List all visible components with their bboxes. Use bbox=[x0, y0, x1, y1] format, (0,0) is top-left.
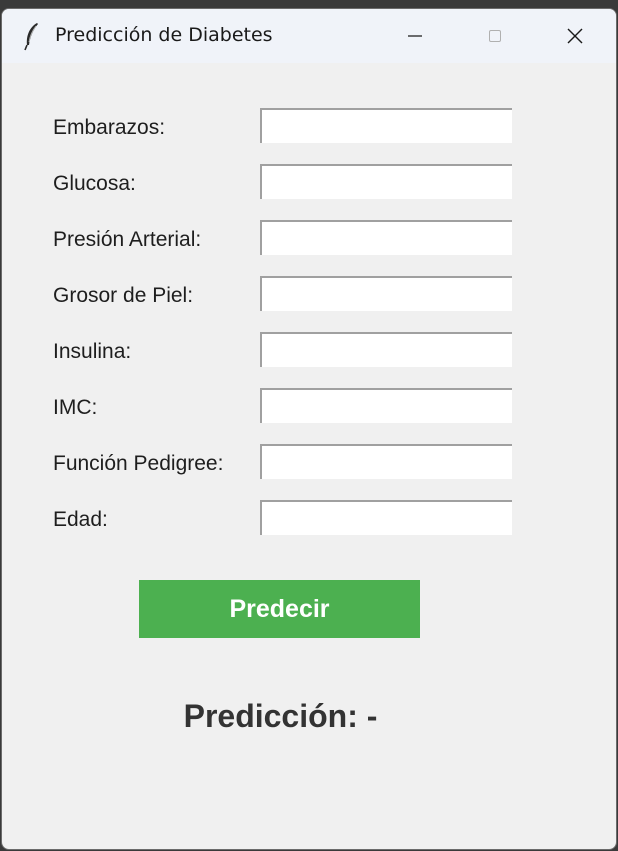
glucosa-input[interactable] bbox=[260, 164, 512, 199]
label-edad: Edad: bbox=[53, 508, 108, 531]
label-insulina: Insulina: bbox=[53, 340, 132, 363]
prediction-result: Predicción: - bbox=[183, 698, 378, 734]
window-title: Predicción de Diabetes bbox=[55, 24, 273, 46]
predict-button[interactable]: Predecir bbox=[139, 580, 420, 638]
presion-arterial-input[interactable] bbox=[260, 220, 512, 255]
label-funcion-pedigree: Función Pedigree: bbox=[53, 452, 224, 475]
title-bar[interactable]: Predicción de Diabetes bbox=[2, 9, 616, 63]
maximize-button[interactable] bbox=[460, 9, 530, 63]
feather-icon bbox=[24, 23, 38, 51]
label-glucosa: Glucosa: bbox=[53, 172, 136, 195]
insulina-input[interactable] bbox=[260, 332, 512, 367]
label-imc: IMC: bbox=[53, 396, 98, 419]
edad-input[interactable] bbox=[260, 500, 512, 535]
label-presion-arterial: Presión Arterial: bbox=[53, 228, 202, 251]
app-window: Predicción de Diabetes Embarazos: Glucos… bbox=[1, 8, 617, 850]
grosor-piel-input[interactable] bbox=[260, 276, 512, 311]
close-icon bbox=[567, 28, 583, 44]
funcion-pedigree-input[interactable] bbox=[260, 444, 512, 479]
label-embarazos: Embarazos: bbox=[53, 116, 166, 139]
minimize-icon bbox=[408, 35, 422, 37]
label-grosor-piel: Grosor de Piel: bbox=[53, 284, 194, 307]
maximize-icon bbox=[489, 30, 501, 42]
minimize-button[interactable] bbox=[380, 9, 450, 63]
imc-input[interactable] bbox=[260, 388, 512, 423]
close-button[interactable] bbox=[540, 9, 610, 63]
embarazos-input[interactable] bbox=[260, 108, 512, 143]
